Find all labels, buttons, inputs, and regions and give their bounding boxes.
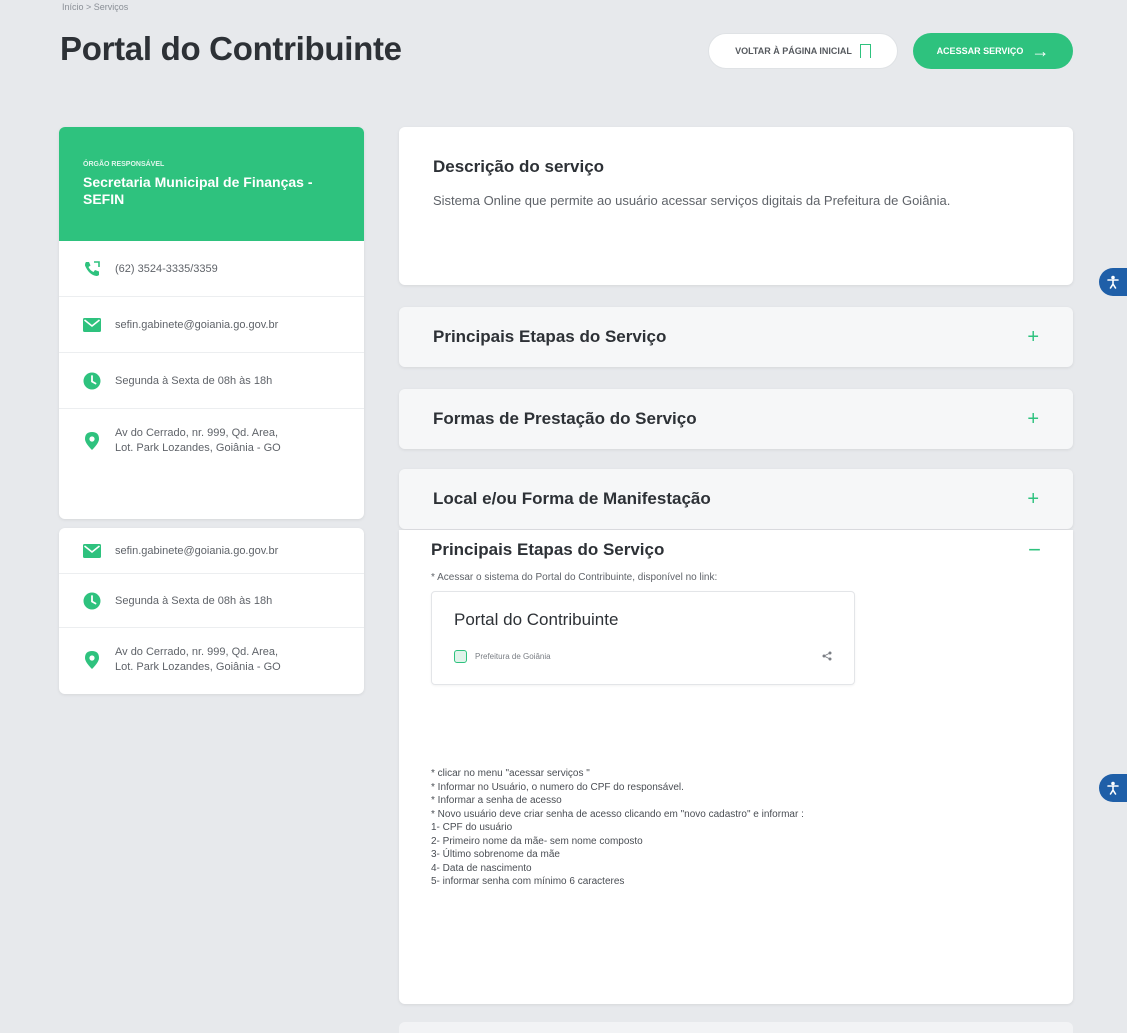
link-preview-title: Portal do Contribuinte: [454, 610, 619, 629]
plus-icon[interactable]: +: [1027, 326, 1039, 349]
site-favicon-icon: [454, 650, 467, 663]
address-line-2: Lot. Park Lozandes, Goiânia - GO: [115, 661, 281, 673]
address-line-1: Av do Cerrado, nr. 999, Qd. Area,: [115, 427, 279, 439]
address-row: Av do Cerrado, nr. 999, Qd. Area, Lot. P…: [59, 409, 364, 473]
breadcrumb[interactable]: Início > Serviços: [62, 2, 128, 12]
phone-text: (62) 3524-3335/3359: [115, 262, 218, 275]
back-to-home-label: Voltar à página inicial: [735, 46, 852, 56]
accordion-label: Principais Etapas do Serviço: [433, 327, 667, 346]
email-row[interactable]: sefin.gabinete@goiania.go.gov.br: [59, 528, 364, 574]
back-to-home-button[interactable]: Voltar à página inicial: [708, 33, 898, 69]
steps-list: * clicar no menu "acessar serviços " * I…: [431, 767, 1041, 889]
link-preview-source-name: Prefeitura de Goiânia: [475, 652, 551, 661]
address-text: Av do Cerrado, nr. 999, Qd. Area, Lot. P…: [115, 426, 281, 456]
expanded-steps-panel: Principais Etapas do Serviço − * Acessar…: [399, 530, 1073, 1004]
plus-icon[interactable]: +: [1027, 408, 1039, 431]
page-title: Portal do Contribuinte: [60, 30, 402, 67]
step-line: * Informar no Usuário, o numero do CPF d…: [431, 781, 684, 793]
expanded-panel-title: Principais Etapas do Serviço: [431, 540, 665, 559]
bookmark-icon: [859, 44, 871, 62]
next-section-edge: [399, 1022, 1073, 1033]
email-text: sefin.gabinete@goiania.go.gov.br: [115, 544, 279, 557]
expanded-panel-header[interactable]: Principais Etapas do Serviço −: [431, 539, 1041, 561]
hours-row: Segunda à Sexta de 08h às 18h: [59, 574, 364, 628]
address-line-1: Av do Cerrado, nr. 999, Qd. Area,: [115, 646, 279, 658]
step-line: * Informar a senha de acesso: [431, 795, 562, 806]
address-line-2: Lot. Park Lozandes, Goiânia - GO: [115, 442, 281, 454]
accordion-label: Formas de Prestação do Serviço: [433, 409, 697, 428]
phone-icon: [83, 260, 101, 278]
share-icon[interactable]: [822, 651, 832, 663]
clock-icon: [83, 592, 101, 610]
description-title: Descrição do serviço: [433, 157, 605, 176]
arrow-right-icon: →: [1031, 40, 1050, 61]
location-pin-icon: [83, 651, 101, 669]
plus-icon[interactable]: +: [1027, 488, 1039, 511]
mail-icon: [83, 316, 101, 334]
responsible-agency-card: Órgão responsável Secretaria Municipal d…: [59, 127, 364, 519]
step-line: 5- informar senha com mínimo 6 caractere…: [431, 876, 625, 887]
hours-row: Segunda à Sexta de 08h às 18h: [59, 353, 364, 409]
link-preview-source: Prefeitura de Goiânia: [454, 650, 551, 663]
accordion-service-steps[interactable]: Principais Etapas do Serviço +: [399, 307, 1073, 367]
agency-label: Órgão responsável: [83, 161, 165, 168]
agency-header: Órgão responsável Secretaria Municipal d…: [59, 127, 364, 241]
minus-icon[interactable]: −: [1028, 539, 1041, 561]
address-row: Av do Cerrado, nr. 999, Qd. Area, Lot. P…: [59, 628, 364, 692]
step-line: 3- Último sobrenome da mãe: [431, 849, 560, 860]
link-preview-footer: Prefeitura de Goiânia: [454, 650, 832, 663]
step-line: 1- CPF do usuário: [431, 822, 513, 833]
access-service-label: Acessar serviço: [936, 46, 1024, 56]
phone-row[interactable]: (62) 3524-3335/3359: [59, 241, 364, 297]
contact-card-secondary: sefin.gabinete@goiania.go.gov.br Segunda…: [59, 528, 364, 694]
address-text: Av do Cerrado, nr. 999, Qd. Area, Lot. P…: [115, 645, 281, 675]
hours-text: Segunda à Sexta de 08h às 18h: [115, 374, 273, 387]
agency-name: Secretaria Municipal de Finanças - SEFIN: [83, 174, 313, 207]
clock-icon: [83, 372, 101, 390]
description-text: Sistema Online que permite ao usuário ac…: [433, 193, 951, 208]
accordion-service-forms[interactable]: Formas de Prestação do Serviço +: [399, 389, 1073, 449]
mail-icon: [83, 542, 101, 560]
step-line: * Novo usuário deve criar senha de acess…: [431, 808, 804, 820]
email-row[interactable]: sefin.gabinete@goiania.go.gov.br: [59, 297, 364, 353]
email-text: sefin.gabinete@goiania.go.gov.br: [115, 318, 279, 331]
accordion-label: Local e/ou Forma de Manifestação: [433, 489, 711, 508]
accessibility-widget-icon[interactable]: [1099, 268, 1127, 296]
accessibility-widget-icon[interactable]: [1099, 774, 1127, 802]
portal-link-preview[interactable]: Portal do Contribuinte Prefeitura de Goi…: [431, 591, 855, 685]
service-description-card: Descrição do serviço Sistema Online que …: [399, 127, 1073, 285]
location-pin-icon: [83, 432, 101, 450]
access-service-button[interactable]: Acessar serviço →: [913, 33, 1073, 69]
accordion-manifestation[interactable]: Local e/ou Forma de Manifestação +: [399, 469, 1073, 529]
step-line: * clicar no menu "acessar serviços ": [431, 768, 590, 779]
step-line: 4- Data de nascimento: [431, 862, 532, 874]
hours-text: Segunda à Sexta de 08h às 18h: [115, 594, 273, 607]
steps-intro: * Acessar o sistema do Portal do Contrib…: [431, 572, 718, 583]
step-line: 2- Primeiro nome da mãe- sem nome compos…: [431, 835, 643, 847]
